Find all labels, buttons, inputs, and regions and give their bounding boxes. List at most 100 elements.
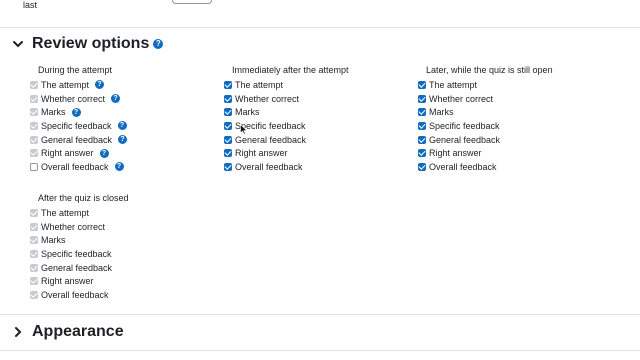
checkbox	[30, 208, 38, 217]
checkbox	[30, 249, 38, 258]
group-after-closed: After the quiz is closed The attempt Whe…	[30, 192, 129, 302]
option-label: Whether correct	[429, 93, 494, 104]
option-label: Marks	[41, 235, 66, 246]
option-row: Marks	[30, 233, 129, 247]
option-label: Overall feedback	[429, 161, 497, 172]
option-label: General feedback	[429, 134, 501, 145]
checkbox[interactable]	[224, 135, 232, 144]
option-row: Overall feedback	[30, 288, 129, 302]
option-row: General feedback	[30, 261, 129, 275]
option-row[interactable]: Specific feedback	[418, 119, 553, 133]
help-icon[interactable]: ?	[111, 94, 121, 104]
mouse-cursor-icon	[240, 124, 248, 135]
divider	[0, 27, 640, 28]
checkbox	[30, 222, 38, 231]
help-icon[interactable]: ?	[118, 135, 128, 145]
option-row[interactable]: The attempt	[224, 78, 349, 92]
checkbox[interactable]	[418, 149, 426, 158]
appearance-header[interactable]: Appearance	[12, 323, 124, 341]
group-title: Later, while the quiz is still open	[426, 65, 553, 75]
chevron-down-icon[interactable]	[12, 38, 24, 50]
option-row[interactable]: Right answer	[224, 146, 349, 160]
option-label: General feedback	[41, 134, 113, 145]
checkbox[interactable]	[224, 121, 232, 130]
checkbox	[30, 277, 38, 286]
option-row: Whether correct	[30, 220, 129, 234]
checkbox[interactable]	[224, 162, 232, 171]
checkbox	[30, 94, 38, 103]
option-row: Marks?	[30, 105, 127, 119]
divider	[0, 314, 640, 315]
help-icon[interactable]: ?	[71, 107, 81, 117]
option-row: Specific feedback?	[30, 119, 127, 133]
previous-field-button[interactable]	[172, 0, 212, 4]
option-label: Whether correct	[41, 93, 106, 104]
option-label: The attempt	[235, 79, 284, 90]
checkbox[interactable]	[418, 135, 426, 144]
option-row: The attempt?	[30, 78, 127, 92]
help-icon[interactable]: ?	[95, 80, 105, 90]
option-row: General feedback?	[30, 133, 128, 147]
option-label: General feedback	[41, 262, 113, 273]
checkbox[interactable]	[224, 80, 232, 89]
checkbox[interactable]	[224, 94, 232, 103]
help-icon[interactable]: ?	[114, 162, 124, 172]
option-row: Whether correct?	[30, 92, 127, 106]
option-label: The attempt	[429, 79, 478, 90]
review-options-title: Review options	[32, 35, 150, 52]
option-label: Specific feedback	[41, 248, 112, 259]
checkbox	[30, 290, 38, 299]
review-options-header[interactable]: Review options ?	[12, 35, 164, 53]
option-label: Right answer	[41, 276, 94, 287]
option-row: Specific feedback	[30, 247, 129, 261]
option-row[interactable]: General feedback	[418, 133, 553, 147]
group-title: Immediately after the attempt	[232, 65, 349, 75]
option-row: The attempt	[30, 206, 129, 220]
group-title: During the attempt	[38, 65, 113, 75]
option-label: The attempt	[41, 79, 90, 90]
help-icon[interactable]: ?	[153, 39, 164, 49]
option-row[interactable]: Overall feedback	[224, 160, 349, 174]
checkbox	[30, 135, 38, 144]
option-label: Specific feedback	[41, 120, 112, 131]
chevron-right-icon[interactable]	[12, 326, 24, 338]
option-row: Right answer	[30, 274, 129, 288]
option-row[interactable]: Right answer	[418, 146, 553, 160]
checkbox[interactable]	[418, 108, 426, 117]
checkbox[interactable]	[224, 149, 232, 158]
checkbox[interactable]	[418, 80, 426, 89]
option-row[interactable]: Marks	[224, 105, 349, 119]
option-label: Marks	[429, 107, 454, 118]
option-row[interactable]: Whether correct	[224, 92, 349, 106]
option-label: Overall feedback	[41, 289, 109, 300]
group-title: After the quiz is closed	[38, 193, 129, 203]
checkbox[interactable]	[418, 121, 426, 130]
option-label: Whether correct	[235, 93, 300, 104]
checkbox	[30, 80, 38, 89]
checkbox	[30, 108, 38, 117]
checkbox	[30, 263, 38, 272]
option-row[interactable]: The attempt	[418, 78, 553, 92]
option-label: Overall feedback	[235, 161, 303, 172]
option-label: Right answer	[41, 148, 94, 159]
group-during-attempt: During the attempt The attempt? Whether …	[30, 64, 128, 174]
checkbox	[30, 236, 38, 245]
option-label: General feedback	[235, 134, 307, 145]
help-icon[interactable]: ?	[117, 121, 127, 131]
divider	[0, 350, 640, 351]
checkbox[interactable]	[418, 94, 426, 103]
option-label: Marks	[41, 107, 66, 118]
option-row[interactable]: Marks	[418, 105, 553, 119]
help-icon[interactable]: ?	[99, 148, 109, 158]
option-row[interactable]: Overall feedback	[418, 160, 553, 174]
previous-field-text: last	[23, 0, 38, 10]
option-label: Right answer	[429, 148, 482, 159]
checkbox[interactable]	[418, 162, 426, 171]
option-row[interactable]: Whether correct	[418, 92, 553, 106]
checkbox	[30, 121, 38, 130]
checkbox[interactable]	[224, 108, 232, 117]
appearance-title: Appearance	[32, 323, 124, 340]
option-label: Specific feedback	[429, 120, 500, 131]
checkbox[interactable]	[30, 162, 38, 171]
option-row: Overall feedback?	[30, 160, 127, 174]
